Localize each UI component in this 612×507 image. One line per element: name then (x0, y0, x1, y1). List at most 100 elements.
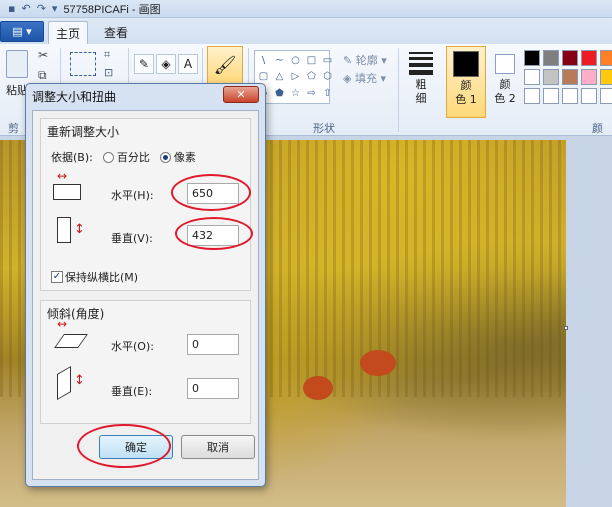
skew-vertical-input[interactable]: 0 (187, 378, 239, 399)
five-point-star-shape-icon[interactable]: ☆ (289, 87, 302, 100)
vertical-resize-icon (57, 217, 71, 243)
outline-dropdown[interactable]: ✎ 轮廓 ▾ (343, 52, 387, 68)
resize-skew-dialog: 调整大小和扭曲 ✕ 重新调整大小 依据(B): 百分比 像素 ↔ 水平(H): … (25, 83, 266, 487)
color-2-label-bottom: 色 2 (494, 92, 516, 105)
color-2-label-top: 颜 (499, 78, 511, 91)
hexagon-shape-icon[interactable]: ⬡ (321, 70, 334, 83)
redo-icon[interactable]: ↷ (37, 1, 46, 17)
resize-icon[interactable]: ⊡ (104, 66, 113, 79)
size-label-bottom: 细 (415, 92, 427, 105)
tab-home[interactable]: 主页 (48, 21, 88, 44)
fill-bucket-icon[interactable]: ◈ (156, 54, 176, 74)
oval-shape-icon[interactable]: ○ (289, 54, 302, 67)
vertical-arrow-icon: ↕ (74, 222, 85, 237)
tab-view[interactable]: 查看 (96, 21, 136, 44)
copy-icon[interactable]: ⧉ (38, 68, 47, 83)
window-title: 57758PICAFi - 画图 (63, 3, 161, 16)
up-arrow-shape-icon[interactable]: ⇧ (321, 87, 334, 100)
palette-swatch[interactable] (581, 69, 597, 85)
skew-section: 倾斜(角度) ↔ 水平(O): 0 ↕ 垂直(E): 0 (40, 300, 251, 424)
horizontal-resize-icon (53, 184, 81, 200)
pentagon-shape-icon[interactable]: ⬠ (305, 70, 318, 83)
scissors-icon[interactable]: ✂ (38, 48, 48, 62)
keep-ratio-checkbox[interactable]: ✓ (51, 271, 63, 283)
percent-label[interactable]: 百分比 (117, 149, 150, 165)
pencil-icon[interactable]: ✎ (134, 54, 154, 74)
cancel-button[interactable]: 取消 (181, 435, 255, 459)
palette-swatch[interactable] (543, 50, 559, 66)
palette-swatch[interactable] (562, 88, 578, 104)
brushes-button[interactable]: 🖌 (207, 46, 243, 84)
crop-icon[interactable]: ⌗ (104, 48, 110, 62)
palette-swatch[interactable] (524, 50, 540, 66)
skew-horizontal-label: 水平(O): (111, 340, 154, 353)
save-icon[interactable]: ▪ (8, 1, 15, 17)
title-bar: ▪ ↶ ↷ ▾ 57758PICAFi - 画图 (0, 0, 612, 18)
resize-handle-right[interactable] (564, 326, 568, 330)
color-2-swatch (495, 54, 515, 74)
vertical-arrow-icon: ↕ (74, 373, 85, 388)
red-highlight-circle (171, 174, 251, 211)
horizontal-label: 水平(H): (111, 189, 154, 202)
percent-radio[interactable] (102, 151, 114, 163)
keep-ratio-row[interactable]: ✓ 保持纵横比(M) (51, 269, 138, 285)
undo-icon[interactable]: ↶ (21, 1, 30, 17)
star-shape-icon[interactable]: ⬟ (273, 87, 286, 100)
customize-icon[interactable]: ▾ (52, 1, 58, 17)
outline-icon: ✎ (343, 54, 356, 67)
file-menu-button[interactable]: ▤ ▾ (0, 21, 44, 42)
clipboard-icon[interactable] (6, 50, 28, 78)
right-triangle-shape-icon[interactable]: ▷ (289, 70, 302, 83)
tools-group: ✎ ◈ A (134, 54, 198, 74)
rounded-rectangle-shape-icon[interactable]: ▭ (321, 54, 334, 67)
by-label: 依据(B): (51, 151, 93, 164)
resize-section: 重新调整大小 依据(B): 百分比 像素 ↔ 水平(H): 650 ↕ 垂直(V… (40, 118, 253, 291)
horizontal-arrow-icon: ↔ (57, 169, 68, 183)
line-shape-icon[interactable]: \ (257, 54, 270, 67)
palette-swatch[interactable] (524, 88, 540, 104)
palette-swatch[interactable] (600, 69, 612, 85)
horizontal-skew-icon (54, 334, 88, 348)
palette-swatch[interactable] (581, 88, 597, 104)
color-2-button[interactable]: 颜 色 2 (490, 48, 520, 118)
red-tree-cluster (303, 376, 333, 400)
pixels-radio[interactable] (159, 151, 171, 163)
red-tree-cluster (360, 350, 396, 376)
color-1-label-bottom: 色 1 (455, 93, 477, 106)
palette-swatch[interactable] (600, 88, 612, 104)
curve-shape-icon[interactable]: ∼ (273, 54, 286, 67)
red-highlight-circle (77, 424, 171, 468)
palette-swatch[interactable] (562, 69, 578, 85)
vertical-skew-icon (57, 365, 71, 401)
palette-swatch[interactable] (524, 69, 540, 85)
palette-swatch[interactable] (543, 69, 559, 85)
shapes-group-label: 形状 (313, 122, 335, 135)
skew-vertical-label: 垂直(E): (111, 385, 153, 398)
palette-swatch[interactable] (562, 50, 578, 66)
rectangle-shape-icon[interactable]: □ (305, 54, 318, 67)
skew-horizontal-input[interactable]: 0 (187, 334, 239, 355)
palette-swatch[interactable] (543, 88, 559, 104)
close-button[interactable]: ✕ (223, 86, 259, 103)
ribbon-tab-row: ▤ ▾ 主页 查看 (0, 18, 612, 44)
color-1-label-top: 颜 (460, 79, 472, 92)
group-divider (398, 48, 399, 132)
palette-swatch[interactable] (600, 50, 612, 66)
resize-section-title: 重新调整大小 (47, 125, 120, 139)
triangle-shape-icon[interactable]: △ (273, 70, 286, 83)
palette-swatch[interactable] (581, 50, 597, 66)
red-highlight-circle (175, 217, 253, 250)
quick-access-toolbar: ▪ ↶ ↷ ▾ (0, 1, 57, 17)
pixels-label[interactable]: 像素 (174, 149, 196, 165)
outline-label: 轮廓 (355, 54, 378, 67)
color-palette (524, 50, 612, 104)
color-1-button[interactable]: 颜 色 1 (446, 46, 486, 118)
keep-ratio-label[interactable]: 保持纵横比(M) (65, 269, 138, 285)
fill-dropdown[interactable]: ◈ 填充 ▾ (343, 70, 386, 86)
right-arrow-shape-icon[interactable]: ⇨ (305, 87, 318, 100)
size-button[interactable]: 粗 细 (404, 48, 438, 118)
select-icon[interactable] (70, 52, 96, 76)
text-tool-icon[interactable]: A (178, 54, 198, 74)
polygon-shape-icon[interactable]: ▢ (257, 70, 270, 83)
resize-unit-row: 依据(B): 百分比 像素 (51, 149, 196, 165)
